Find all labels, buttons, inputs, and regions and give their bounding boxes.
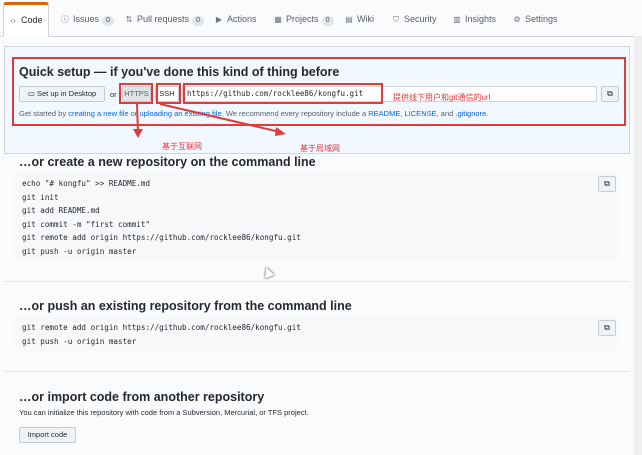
clipboard-icon[interactable]: ⧉ — [598, 320, 616, 336]
arrow-ssh-head — [275, 127, 286, 136]
arrow-ssh-line — [159, 103, 281, 133]
arrow-https-head — [133, 129, 143, 138]
section-divider — [4, 371, 630, 372]
push-code-block[interactable]: git remote add origin https://github.com… — [14, 317, 618, 351]
arrow-https-line — [136, 103, 139, 134]
create-code-block[interactable]: echo "# kongfu" >> README.md git init gi… — [14, 173, 618, 261]
import-section-desc: You can initialize this repository with … — [19, 408, 309, 417]
scrollbar[interactable] — [634, 36, 642, 455]
import-code-button[interactable]: Import code — [19, 427, 76, 443]
annotation-https-note: 基于互联网 — [162, 142, 202, 151]
create-section-title: …or create a new repository on the comma… — [19, 155, 316, 169]
clipboard-icon[interactable]: ⧉ — [598, 176, 616, 192]
annotation-ssh-note: 基于局域网 — [300, 144, 340, 153]
section-divider — [4, 281, 630, 282]
import-section-title: …or import code from another repository — [19, 390, 265, 404]
push-section-title: …or push an existing repository from the… — [19, 299, 352, 313]
